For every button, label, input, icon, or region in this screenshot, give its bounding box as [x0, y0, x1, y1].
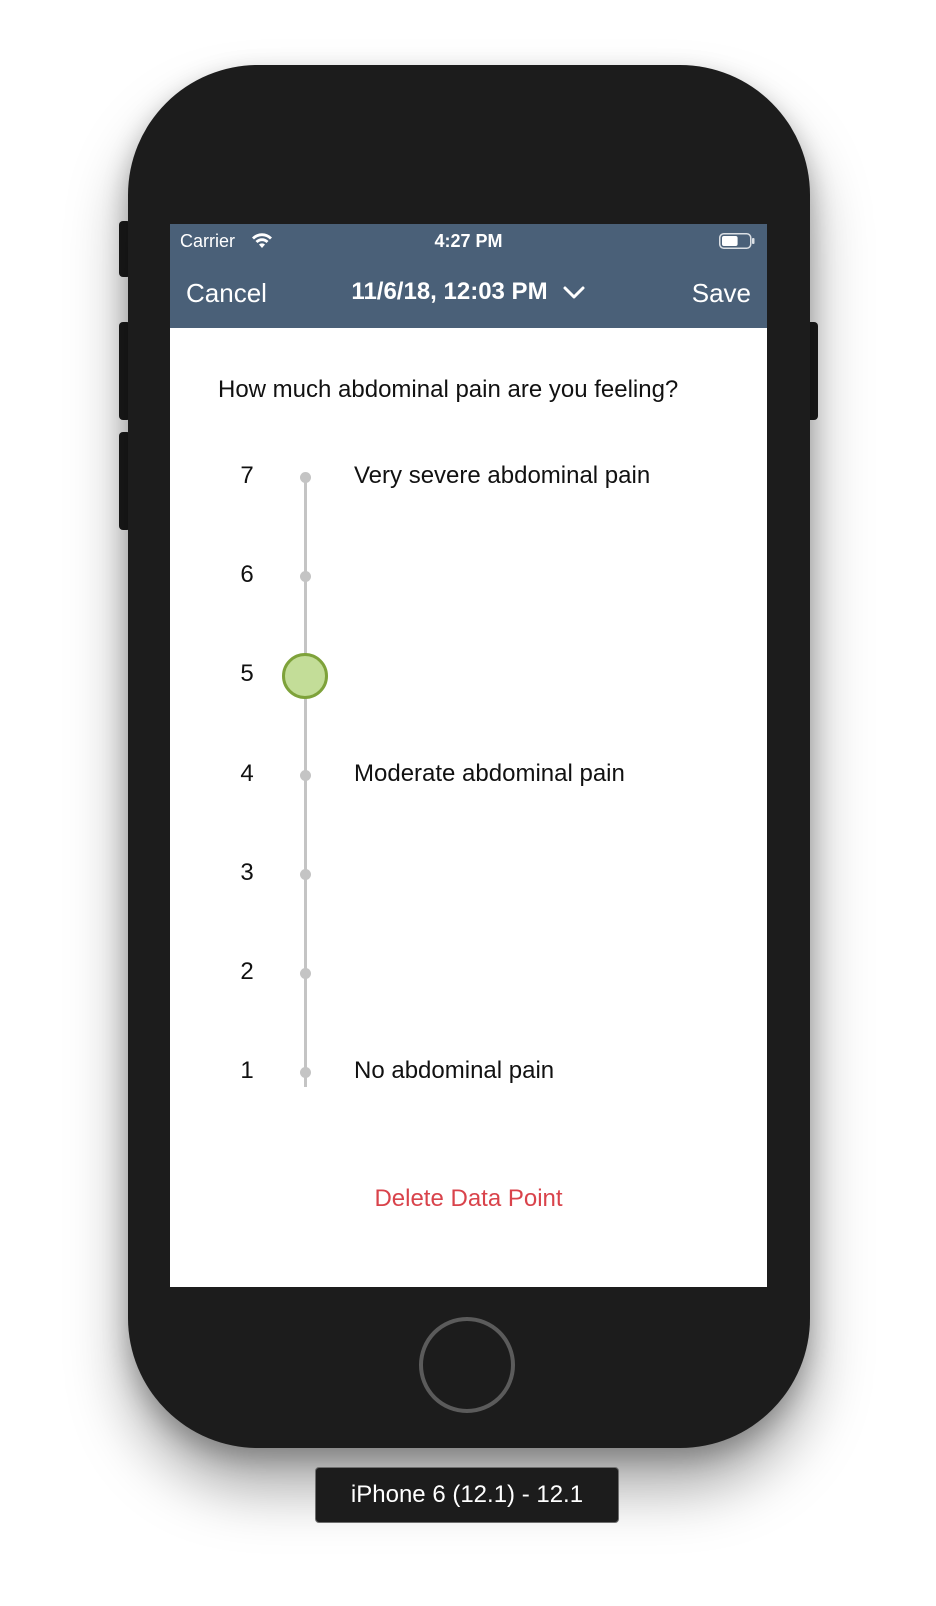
app-screen: Carrier 4:27 PM Cancel 11/6/18, 12:03 PM…	[170, 224, 767, 1287]
scale-anchor-label: Very severe abdominal pain	[354, 462, 651, 489]
scale-value-label: 1	[240, 1057, 254, 1085]
scale-value-label: 5	[240, 660, 254, 688]
scale-value-label: 2	[240, 958, 254, 985]
scale-row[interactable]: 4 Moderate abdominal pain	[170, 756, 767, 796]
scale-row[interactable]: 1 No abdominal pain	[170, 1053, 767, 1093]
simulator-device-label: iPhone 6 (12.1) - 12.1	[315, 1467, 619, 1523]
home-button[interactable]	[419, 1317, 515, 1413]
scale-row[interactable]: 3	[170, 855, 767, 895]
scale-tick-dot[interactable]	[300, 769, 311, 781]
scale-row[interactable]: 6	[170, 557, 767, 597]
scale-tick-dot[interactable]	[300, 472, 311, 483]
scale-value-label: 6	[240, 561, 254, 589]
scale-tick-dot[interactable]	[300, 868, 311, 880]
scale-tick-dot[interactable]	[300, 571, 311, 583]
scale-tick-dot[interactable]	[300, 968, 311, 979]
scale-value-label: 7	[240, 462, 254, 489]
delete-data-point-button[interactable]: Delete Data Point	[170, 1185, 767, 1213]
scale-row[interactable]: 2	[170, 954, 767, 994]
scale-value-label: 3	[240, 858, 254, 886]
pain-scale-slider[interactable]: 7 Very severe abdominal pain 6 5 4 Moderate a…	[170, 224, 767, 1287]
scale-anchor-label: No abdominal pain	[354, 1057, 555, 1085]
simulator-stage: Carrier 4:27 PM Cancel 11/6/18, 12:03 PM…	[0, 0, 936, 1606]
scale-value-label: 4	[240, 759, 254, 787]
scale-tick-dot[interactable]	[300, 1067, 311, 1079]
scale-row[interactable]: 7 Very severe abdominal pain	[170, 458, 767, 498]
scale-row[interactable]: 5	[170, 656, 767, 696]
scale-anchor-label: Moderate abdominal pain	[354, 759, 625, 787]
